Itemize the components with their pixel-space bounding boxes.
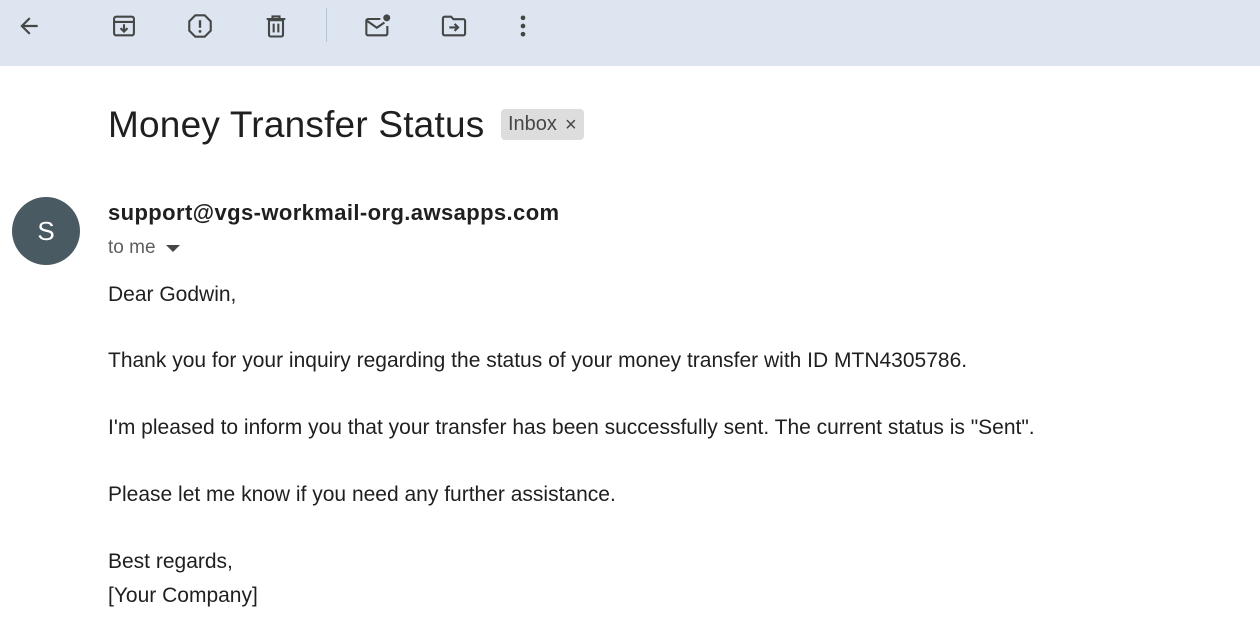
mark-unread-icon (365, 14, 391, 37)
sender-avatar[interactable]: S (12, 197, 80, 265)
report-spam-button[interactable] (181, 7, 219, 45)
email-body-line: Please let me know if you need any furth… (108, 483, 616, 506)
delete-button[interactable] (257, 7, 295, 45)
email-greeting: Dear Godwin, (108, 283, 237, 306)
recipient-details[interactable]: to me (108, 236, 180, 260)
email-body-line: Thank you for your inquiry regarding the… (108, 349, 968, 372)
delete-icon (266, 15, 286, 38)
archive-button[interactable] (105, 7, 143, 45)
inbox-label-chip[interactable]: Inbox × (501, 109, 584, 140)
toolbar-divider (326, 8, 327, 42)
label-text: Inbox (508, 113, 557, 135)
email-closing: Best regards, (108, 550, 233, 573)
archive-icon (113, 15, 135, 37)
mark-unread-button[interactable] (359, 7, 397, 45)
caret-down-icon[interactable] (165, 244, 180, 252)
more-options-button[interactable] (504, 7, 542, 45)
email-body-line: I'm pleased to inform you that your tran… (108, 416, 1035, 439)
move-to-icon (441, 15, 467, 37)
remove-label-icon[interactable]: × (565, 115, 577, 135)
email-subject: Money Transfer Status (108, 104, 485, 145)
sender-email[interactable]: support@vgs-workmail-org.awsapps.com (108, 199, 560, 227)
toolbar (0, 0, 1260, 66)
email-signature: [Your Company] (108, 584, 258, 607)
report-spam-icon (188, 14, 212, 38)
recipient-text: to me (108, 237, 156, 258)
back-button[interactable] (10, 7, 48, 45)
arrow-back-icon (20, 17, 38, 35)
more-vert-icon (520, 15, 526, 37)
move-to-button[interactable] (435, 7, 473, 45)
